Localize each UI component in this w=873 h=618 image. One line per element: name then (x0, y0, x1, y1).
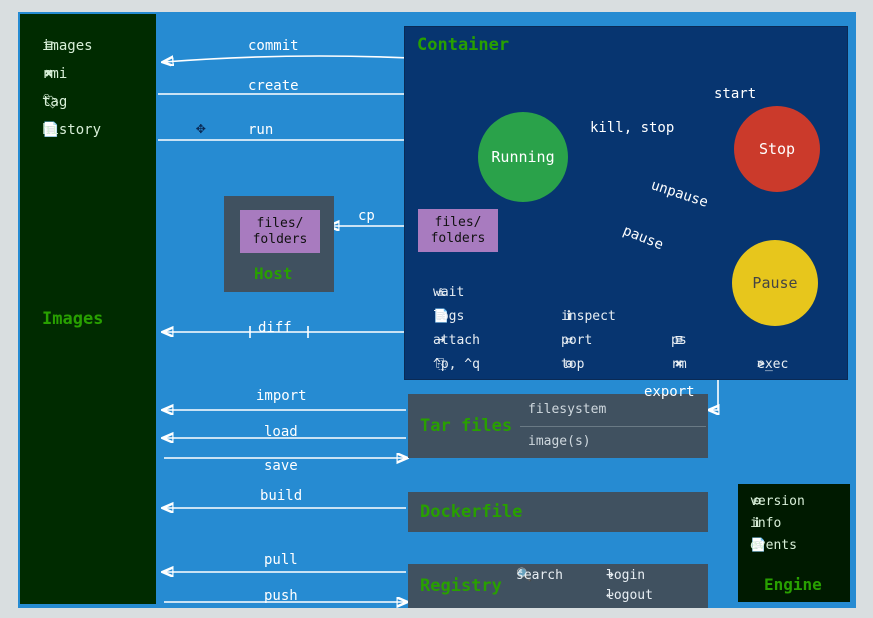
tar-title: Tar files (420, 416, 512, 436)
lbl-export: export (644, 384, 695, 400)
dockerfile-panel: Dockerfile (408, 492, 708, 532)
container-panel: Container ⚓wait 📄logs ➜attach ⎘^p, ^q ℹi… (404, 26, 848, 380)
lbl-load: load (264, 424, 298, 440)
lbl-cp: cp (358, 208, 375, 224)
lbl-diff: diff (258, 320, 292, 336)
tar-row-filesystem: filesystem (528, 402, 606, 417)
state-pause: Pause (732, 240, 818, 326)
images-title: Images (42, 309, 103, 329)
move-cursor-icon: ✥ (196, 118, 206, 137)
images-panel: ≣images ✖rmi 🏷tag 📄history Images (20, 14, 156, 604)
container-title: Container (417, 35, 509, 55)
lbl-start: start (714, 86, 756, 102)
registry-title: Registry (420, 576, 502, 596)
dockerfile-title: Dockerfile (420, 502, 522, 522)
lbl-push: push (264, 588, 298, 604)
state-running: Running (478, 112, 568, 202)
container-files-folders: files/folders (418, 209, 498, 252)
registry-panel: Registry 🔍search ➜login ↩logout (408, 564, 708, 608)
tar-row-images: image(s) (528, 434, 591, 449)
docker-lifecycle-diagram: ≣images ✖rmi 🏷tag 📄history Images Contai… (18, 12, 856, 608)
lbl-run: run (248, 122, 273, 138)
lbl-pull: pull (264, 552, 298, 568)
divider (520, 426, 706, 427)
tar-panel: Tar files filesystem image(s) (408, 394, 708, 458)
state-stop: Stop (734, 106, 820, 192)
engine-title: Engine (764, 575, 822, 594)
lbl-create: create (248, 78, 299, 94)
lbl-import: import (256, 388, 307, 404)
lbl-save: save (264, 458, 298, 474)
host-panel: files/folders Host (224, 196, 334, 292)
lbl-build: build (260, 488, 302, 504)
host-files-folders: files/folders (240, 210, 320, 253)
lbl-commit: commit (248, 38, 299, 54)
host-title: Host (254, 264, 293, 283)
lbl-killstop: kill, stop (590, 120, 674, 136)
engine-panel: ⚙version ℹinfo 📄events Engine (738, 484, 850, 602)
